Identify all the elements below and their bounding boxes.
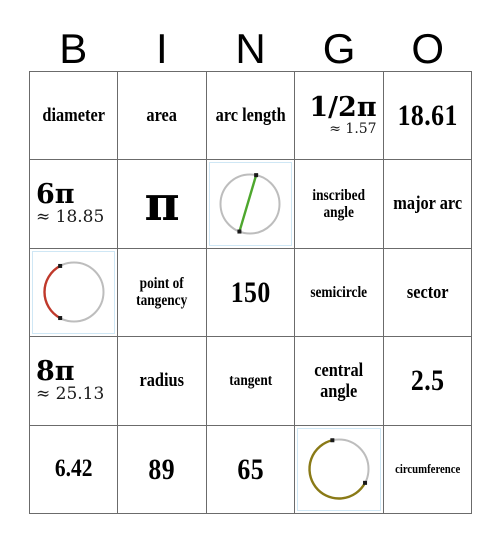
- bingo-cell-text: major arc: [392, 193, 462, 215]
- bingo-cell-text: 6.42: [54, 455, 93, 483]
- bingo-cell-b1[interactable]: diameter: [30, 72, 119, 161]
- bingo-cell-o4[interactable]: 2.5: [383, 337, 472, 426]
- bingo-grid: diameter area arc length 1/2π ≈ 1.57 18.61 6π ≈…: [29, 71, 472, 514]
- pi-expression-value: 1/2π: [309, 92, 377, 124]
- bingo-cell-text: 89: [148, 452, 176, 486]
- bingo-cell-text: 150: [230, 275, 271, 309]
- bingo-cell-text: inscribed angle: [312, 186, 366, 222]
- bingo-cell-text: sector: [406, 281, 449, 303]
- pi-expression-approximation: ≈ 1.57: [329, 121, 377, 138]
- bingo-cell-n4[interactable]: tangent: [206, 337, 296, 426]
- bingo-cell-text: arc length: [215, 105, 286, 127]
- bingo-cell-text: radius: [139, 370, 185, 392]
- header-letter-i: I: [156, 25, 168, 72]
- bingo-cell-o5[interactable]: circumference: [383, 425, 472, 514]
- bingo-cell-g2[interactable]: inscribed angle: [295, 160, 384, 249]
- bingo-cell-i3[interactable]: point of tangency: [118, 248, 207, 338]
- circle-with-olive-major-arc-image: [297, 427, 381, 511]
- bingo-cell-text: tangent: [229, 372, 272, 390]
- bingo-cell-text: point of tangency: [136, 275, 188, 310]
- bingo-card: B I N G O diameter area arc length 1/2π ≈ 1.57 18…: [0, 0, 500, 544]
- bingo-cell-o1[interactable]: 18.61: [383, 72, 472, 161]
- pi-expression: 6π ≈ 18.85: [30, 160, 117, 247]
- circle-with-green-chord-image: [208, 162, 293, 246]
- bingo-cell-g4[interactable]: central angle: [295, 337, 384, 426]
- pi-expression: 1/2π ≈ 1.57: [295, 72, 382, 159]
- bingo-cell-o3[interactable]: sector: [383, 248, 472, 338]
- bingo-cell-n2[interactable]: [206, 160, 296, 249]
- header-letter-n: N: [235, 25, 266, 72]
- header-letter-o: O: [411, 25, 444, 72]
- bingo-cell-n3[interactable]: 150: [206, 248, 296, 338]
- bingo-cell-g3[interactable]: semicircle: [295, 248, 384, 338]
- pi-expression-value: 6π: [36, 179, 75, 211]
- pi-expression-value: 8π: [36, 355, 75, 387]
- pi-expression: 8π ≈ 25.13: [30, 337, 117, 424]
- bingo-cell-o2[interactable]: major arc: [383, 160, 472, 249]
- bingo-cell-i2[interactable]: π: [118, 160, 207, 249]
- bingo-header: BINGO: [29, 14, 472, 71]
- bingo-cell-i4[interactable]: radius: [118, 337, 207, 426]
- header-letter-g: G: [322, 25, 356, 72]
- pi-symbol: π: [144, 176, 180, 233]
- circle-with-red-arc-image: [32, 250, 116, 335]
- bingo-cell-text: semicircle: [310, 283, 368, 301]
- bingo-cell-b4[interactable]: 8π ≈ 25.13: [30, 337, 119, 426]
- pi-expression-approximation: ≈ 25.13: [36, 383, 105, 404]
- bingo-cell-text: 65: [237, 452, 264, 486]
- bingo-cell-b5[interactable]: 6.42: [30, 425, 119, 514]
- header-letter-b: B: [59, 25, 88, 72]
- bingo-cell-text: 18.61: [397, 98, 458, 132]
- bingo-cell-b2[interactable]: 6π ≈ 18.85: [30, 160, 119, 249]
- bingo-cell-text: diameter: [42, 105, 105, 127]
- bingo-cell-text: circumference: [394, 462, 460, 477]
- bingo-cell-n5[interactable]: 65: [206, 425, 296, 514]
- bingo-cell-g5[interactable]: [295, 425, 384, 514]
- bingo-cell-i5[interactable]: 89: [118, 425, 207, 514]
- bingo-cell-text: area: [146, 105, 178, 127]
- bingo-cell-b3[interactable]: [30, 248, 119, 338]
- bingo-cell-n1[interactable]: arc length: [206, 72, 296, 161]
- bingo-cell-text: central angle: [314, 359, 364, 402]
- bingo-cell-i1[interactable]: area: [118, 72, 207, 161]
- bingo-cell-g1[interactable]: 1/2π ≈ 1.57: [295, 72, 384, 161]
- bingo-cell-text: 2.5: [410, 364, 445, 398]
- pi-expression-approximation: ≈ 18.85: [36, 207, 105, 228]
